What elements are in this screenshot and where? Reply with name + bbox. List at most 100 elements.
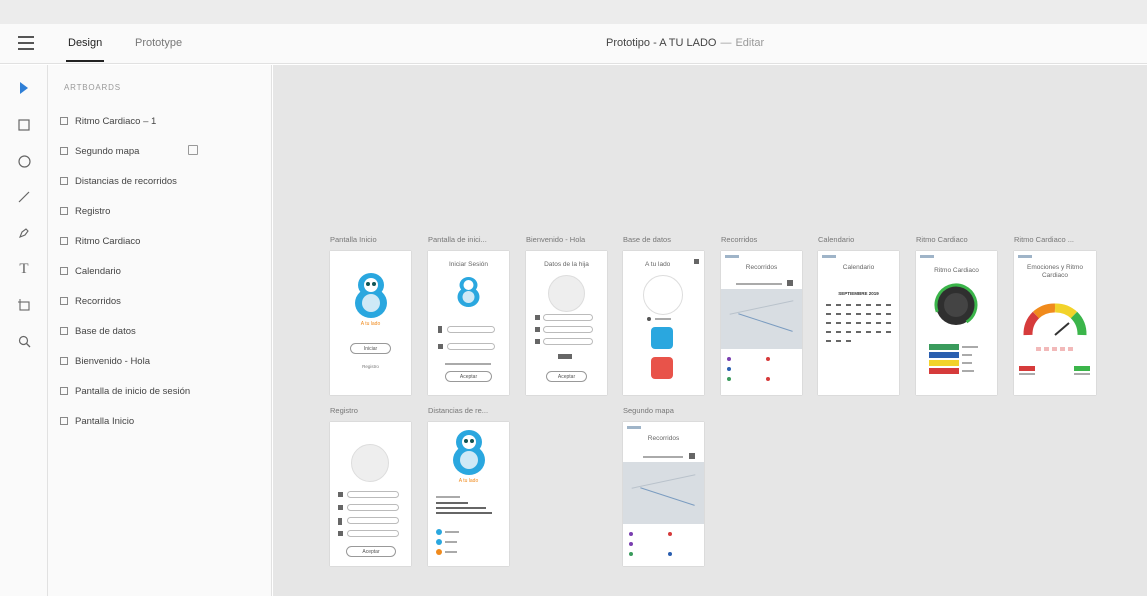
avatar-placeholder — [548, 275, 585, 312]
aceptar-button[interactable]: Aceptar — [445, 371, 492, 382]
artboard-label[interactable]: Registro — [330, 406, 410, 415]
phone-icon — [438, 326, 442, 333]
app-name: A tu lado — [360, 321, 381, 327]
registro-link[interactable]: Registro — [330, 364, 411, 369]
heart-icon[interactable] — [651, 357, 673, 379]
emotion-dots — [1036, 347, 1074, 351]
artboard-icon — [60, 117, 68, 125]
rectangle-icon[interactable] — [14, 115, 34, 135]
artboard-icon — [60, 387, 68, 395]
app-name: A tu lado — [458, 478, 479, 484]
screen-title: Ritmo Cardiaco — [934, 267, 979, 274]
artboard-base-datos[interactable]: A tu lado — [623, 251, 704, 395]
artboard-ritmo-cardiaco[interactable]: Ritmo Cardiaco — [916, 251, 997, 395]
back-arrow-icon[interactable] — [920, 255, 934, 258]
zoom-icon[interactable] — [14, 331, 34, 351]
name-field[interactable] — [543, 314, 593, 321]
artboard-label[interactable]: Calendario — [818, 235, 898, 244]
artboard-ritmo-cardiaco-1[interactable]: Emociones y Ritmo Cardiaco — [1014, 251, 1096, 395]
route-map[interactable] — [623, 462, 704, 524]
legend-text — [445, 531, 459, 533]
pen-icon[interactable] — [14, 223, 34, 243]
zone-bar-green — [929, 344, 959, 350]
title-separator: — — [720, 37, 732, 49]
tab-design[interactable]: Design — [65, 37, 105, 62]
info-text — [436, 496, 460, 498]
calendar-grid[interactable] — [824, 301, 892, 351]
artboard-icon[interactable] — [14, 295, 34, 315]
password-field[interactable] — [347, 530, 399, 537]
phone-field[interactable] — [347, 517, 399, 524]
layer-item[interactable]: Calendario — [60, 262, 260, 280]
search-bar[interactable] — [736, 283, 782, 285]
artboard-calendario[interactable]: Calendario SEPTIEMBRE 2019 — [818, 251, 899, 395]
password-field[interactable] — [447, 343, 495, 350]
search-bar[interactable] — [643, 456, 683, 458]
phone-field[interactable] — [543, 338, 593, 345]
artboard-label[interactable]: Ritmo Cardiaco — [916, 235, 996, 244]
layer-item[interactable]: Base de datos — [60, 322, 260, 340]
iniciar-button[interactable]: Iniciar — [350, 343, 391, 354]
layer-item[interactable]: Ritmo Cardiaco – 1 — [60, 112, 260, 130]
text-icon[interactable]: T — [14, 259, 34, 279]
artboard-label[interactable]: Distancias de re... — [428, 406, 510, 415]
back-arrow-icon[interactable] — [822, 255, 836, 258]
calendar-icon[interactable] — [689, 453, 695, 459]
phone-field[interactable] — [447, 326, 495, 333]
running-icon[interactable] — [651, 327, 673, 349]
ellipse-icon[interactable] — [14, 151, 34, 171]
artboard-label[interactable]: Base de datos — [623, 235, 703, 244]
layer-item[interactable]: Segundo mapa — [60, 142, 260, 160]
layer-item[interactable]: Distancias de recorridos — [60, 172, 260, 190]
artboard-recorridos[interactable]: Recorridos — [721, 251, 802, 395]
design-canvas[interactable]: Pantalla Inicio Pantalla de inici... Bie… — [273, 65, 1147, 596]
legend-dot — [436, 529, 442, 535]
layer-item[interactable]: Pantalla de inicio de sesión — [60, 382, 260, 400]
artboard-inicio-sesion[interactable]: Iniciar Sesión Aceptar — [428, 251, 509, 395]
hamburger-menu-icon[interactable] — [18, 36, 34, 50]
zone-label — [962, 362, 972, 364]
artboard-label[interactable]: Pantalla de inici... — [428, 235, 510, 244]
select-arrow-icon[interactable] — [14, 78, 34, 98]
artboard-bienvenido[interactable]: Datos de la hija Aceptar — [526, 251, 607, 395]
route-map[interactable] — [721, 289, 802, 349]
artboard-label[interactable]: Recorridos — [721, 235, 801, 244]
layer-label: Calendario — [75, 265, 121, 277]
birthdate-field[interactable] — [543, 326, 593, 333]
artboard-pantalla-inicio[interactable]: A tu lado Iniciar Registro — [330, 251, 411, 395]
name-field[interactable] — [347, 491, 399, 498]
artboard-label[interactable]: Segundo mapa — [623, 406, 703, 415]
layer-item[interactable]: Pantalla Inicio — [60, 412, 260, 430]
layer-label: Segundo mapa — [75, 145, 140, 157]
layer-item[interactable]: Ritmo Cardiaco — [60, 232, 260, 250]
back-arrow-icon[interactable] — [627, 426, 641, 429]
artboard-label[interactable]: Bienvenido - Hola — [526, 235, 610, 244]
info-text — [436, 512, 492, 514]
aceptar-button[interactable]: Aceptar — [546, 371, 587, 382]
legend-dot — [727, 357, 731, 361]
share-icon[interactable] — [188, 145, 198, 155]
artboard-label[interactable]: Ritmo Cardiaco ... — [1014, 235, 1096, 244]
document-title: Prototipo - A TU LADO — Editar — [606, 37, 764, 49]
back-arrow-icon[interactable] — [725, 255, 739, 258]
tab-prototype[interactable]: Prototype — [135, 37, 182, 49]
aceptar-button[interactable]: Aceptar — [346, 546, 396, 557]
layer-item[interactable]: Registro — [60, 202, 260, 220]
artboard-icon — [60, 177, 68, 185]
line-icon[interactable] — [14, 187, 34, 207]
screen-title: Iniciar Sesión — [448, 261, 489, 268]
back-arrow-icon[interactable] — [1018, 255, 1032, 258]
lock-icon — [338, 531, 343, 536]
screen-title: Recorridos — [745, 264, 778, 271]
layer-item[interactable]: Bienvenido - Hola — [60, 352, 260, 370]
document-status[interactable]: Editar — [735, 37, 764, 49]
birthdate-field[interactable] — [347, 504, 399, 511]
layer-label: Bienvenido - Hola — [75, 355, 150, 367]
artboard-label[interactable]: Pantalla Inicio — [330, 235, 410, 244]
user-icon — [535, 315, 540, 320]
calendar-icon[interactable] — [787, 280, 793, 286]
artboard-distancias[interactable]: A tu lado — [428, 422, 509, 566]
layer-item[interactable]: Recorridos — [60, 292, 260, 310]
artboard-segundo-mapa[interactable]: Recorridos — [623, 422, 704, 566]
artboard-registro[interactable]: Aceptar — [330, 422, 411, 566]
